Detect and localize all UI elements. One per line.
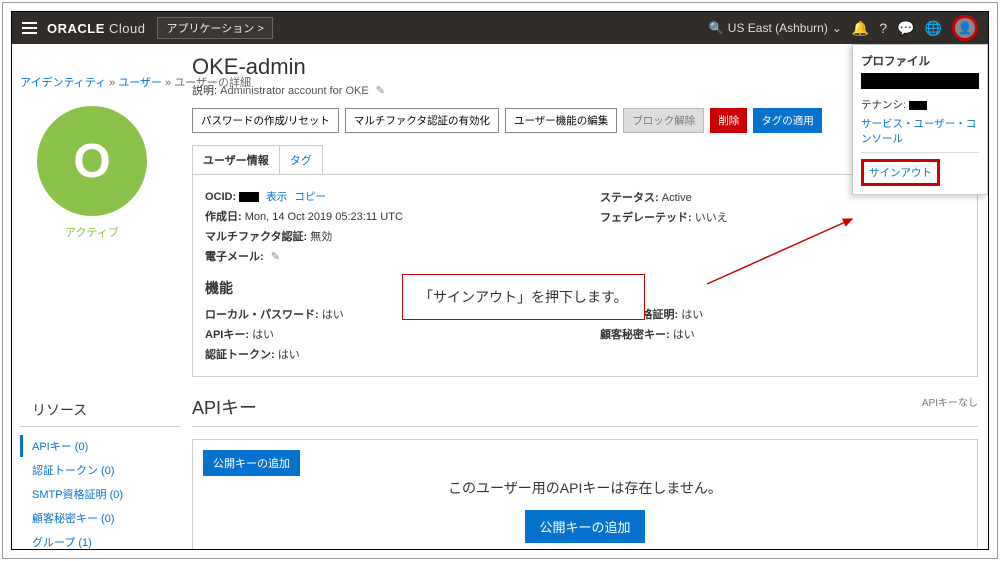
chevron-down-icon: ⌄ bbox=[832, 21, 842, 35]
status-label: ステータス: bbox=[600, 192, 659, 204]
instruction-callout: 「サインアウト」を押下します。 bbox=[402, 274, 645, 320]
auth-token-label: 認証トークン: bbox=[205, 349, 275, 361]
secret-value: はい bbox=[673, 329, 695, 341]
resource-customer-secret[interactable]: 顧客秘密キー (0) bbox=[20, 507, 180, 529]
profile-username-redacted bbox=[861, 73, 979, 89]
mfa-label: マルチファクタ認証: bbox=[205, 231, 307, 243]
profile-icon[interactable]: 👤 bbox=[955, 18, 975, 38]
breadcrumb-users[interactable]: ユーザー bbox=[118, 77, 162, 89]
arrow-annotation bbox=[702, 209, 872, 289]
applications-button[interactable]: アプリケーション > bbox=[157, 17, 272, 39]
ocid-label: OCID: bbox=[205, 191, 236, 203]
email-label: 電子メール: bbox=[205, 251, 264, 263]
breadcrumb: アイデンティティ»ユーザー»ユーザーの詳細 bbox=[20, 74, 162, 106]
resource-groups[interactable]: グループ (1) bbox=[20, 531, 180, 550]
edit-attributes-button[interactable]: ユーザー機能の編集 bbox=[505, 108, 617, 133]
tenancy-redacted bbox=[909, 101, 927, 110]
profile-dropdown: プロファイル テナンシ: サービス・ユーザー・コンソール サインアウト bbox=[852, 44, 988, 195]
api-keys-section: APIキー APIキーなし 公開キーの追加 このユーザー用のAPIキーは存在しま… bbox=[192, 394, 978, 550]
brand-label: ORACLE Cloud bbox=[47, 21, 145, 36]
api-add-public-key-button-top[interactable]: 公開キーの追加 bbox=[203, 450, 300, 476]
api-heading: APIキー bbox=[192, 398, 257, 418]
ocid-show-link[interactable]: 表示 bbox=[266, 191, 287, 203]
region-label: US East (Ashburn) bbox=[728, 21, 828, 35]
unblock-button: ブロック解除 bbox=[623, 108, 704, 133]
apikey-label: APIキー: bbox=[205, 329, 249, 341]
edit-email-icon[interactable]: ✎ bbox=[271, 251, 280, 263]
resource-apikeys[interactable]: APIキー (0) bbox=[20, 435, 180, 457]
api-empty-text: このユーザー用のAPIキーは存在しません。 bbox=[205, 478, 965, 498]
secret-label: 顧客秘密キー: bbox=[600, 329, 670, 341]
tab-user-info[interactable]: ユーザー情報 bbox=[192, 145, 280, 174]
service-user-console-link[interactable]: サービス・ユーザー・コンソール bbox=[861, 116, 979, 146]
delete-button[interactable]: 削除 bbox=[710, 108, 747, 133]
breadcrumb-identity[interactable]: アイデンティティ bbox=[20, 77, 106, 89]
status-badge: アクティブ bbox=[22, 224, 162, 240]
resource-auth-tokens[interactable]: 認証トークン (0) bbox=[20, 459, 180, 481]
profile-heading: プロファイル bbox=[861, 53, 979, 69]
local-pw-label: ローカル・パスワード: bbox=[205, 309, 319, 321]
created-value: Mon, 14 Oct 2019 05:23:11 UTC bbox=[245, 211, 403, 223]
description-label: 説明: bbox=[192, 85, 217, 97]
tenancy-label: テナンシ: bbox=[861, 99, 906, 111]
resources-sidebar: リソース APIキー (0) 認証トークン (0) SMTP資格証明 (0) 顧… bbox=[20, 394, 180, 550]
help-icon[interactable]: ? bbox=[879, 20, 887, 36]
ocid-redacted bbox=[239, 192, 259, 202]
search-icon: 🔍 bbox=[709, 21, 724, 35]
ocid-copy-link[interactable]: コピー bbox=[294, 191, 326, 203]
status-value: Active bbox=[662, 192, 692, 204]
apply-tags-button[interactable]: タグの適用 bbox=[753, 108, 822, 133]
brand-text-2: Cloud bbox=[109, 21, 145, 36]
created-label: 作成日: bbox=[205, 211, 242, 223]
bell-icon[interactable]: 🔔 bbox=[852, 20, 869, 37]
api-add-public-key-button-center[interactable]: 公開キーの追加 bbox=[525, 510, 644, 543]
mfa-enable-button[interactable]: マルチファクタ認証の有効化 bbox=[345, 108, 499, 133]
api-count: APIキーなし bbox=[922, 394, 978, 409]
smtp-value: はい bbox=[681, 309, 703, 321]
profile-icon-highlight: 👤 bbox=[952, 15, 978, 41]
federated-label: フェデレーテッド: bbox=[600, 212, 692, 224]
password-reset-button[interactable]: パスワードの作成/リセット bbox=[192, 108, 339, 133]
resources-heading: リソース bbox=[20, 394, 180, 427]
globe-icon[interactable]: 🌐 bbox=[925, 20, 942, 37]
description-value: Administrator account for OKE bbox=[220, 85, 369, 97]
menu-icon[interactable] bbox=[22, 22, 37, 34]
resource-smtp-creds[interactable]: SMTP資格証明 (0) bbox=[20, 483, 180, 505]
apikey-value: はい bbox=[252, 329, 274, 341]
signout-highlight: サインアウト bbox=[861, 159, 940, 186]
tab-tags[interactable]: タグ bbox=[279, 145, 323, 174]
mfa-value: 無効 bbox=[310, 231, 332, 243]
edit-description-icon[interactable]: ✎ bbox=[376, 85, 385, 97]
auth-token-value: はい bbox=[278, 349, 300, 361]
chat-icon[interactable]: 💬 bbox=[897, 20, 914, 37]
local-pw-value: はい bbox=[322, 309, 344, 321]
avatar: O bbox=[37, 106, 147, 216]
brand-text-1: ORACLE bbox=[47, 21, 105, 36]
signout-link[interactable]: サインアウト bbox=[869, 167, 932, 179]
region-selector[interactable]: 🔍 US East (Ashburn) ⌄ bbox=[709, 21, 842, 35]
